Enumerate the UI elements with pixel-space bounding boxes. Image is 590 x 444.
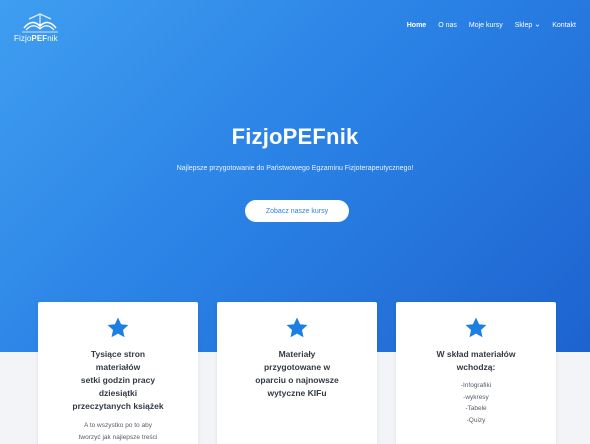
star-icon	[286, 317, 308, 338]
nav-item-contact[interactable]: Kontakt	[552, 22, 576, 29]
hero-title: FizjoPEFnik	[231, 124, 359, 149]
chevron-down-icon	[535, 24, 540, 27]
feature-card-3: W skład materiałów wchodzą: -Infografiki…	[396, 302, 556, 444]
nav-item-shop[interactable]: Sklep	[515, 22, 541, 29]
star-icon	[107, 317, 129, 338]
card-body: -Infografiki -wykresy -Tabele -Quizy	[460, 382, 492, 424]
feature-card-1: Tysiące stron materiałów setki godzin pr…	[38, 302, 198, 444]
nav-item-my-courses[interactable]: Moje kursy	[469, 22, 503, 29]
card-title: W skład materiałów wchodzą:	[436, 349, 516, 372]
logo-text: FizjoPEFnik	[14, 34, 58, 43]
book-logo-icon	[22, 13, 58, 33]
nav-item-home[interactable]: Home	[407, 22, 426, 29]
card-title: Tysiące stron materiałów setki godzin pr…	[72, 349, 164, 411]
hero-subtitle: Najlepsze przygotowanie do Państwowego E…	[176, 165, 414, 172]
card-body: A to wszystko po to aby tworzyć jak najl…	[78, 422, 158, 441]
main-nav: Home O nas Moje kursy Sklep Kontakt	[407, 22, 576, 29]
feature-card-2: Materiały przygotowane w oparciu o najno…	[217, 302, 377, 444]
site-logo[interactable]: FizjoPEFnik	[14, 12, 84, 44]
card-title: Materiały przygotowane w oparciu o najno…	[255, 349, 339, 398]
nav-item-about[interactable]: O nas	[438, 22, 457, 29]
see-courses-button[interactable]: Zobacz nasze kursy	[245, 200, 349, 222]
star-icon	[465, 317, 487, 338]
hero-section	[0, 0, 590, 352]
